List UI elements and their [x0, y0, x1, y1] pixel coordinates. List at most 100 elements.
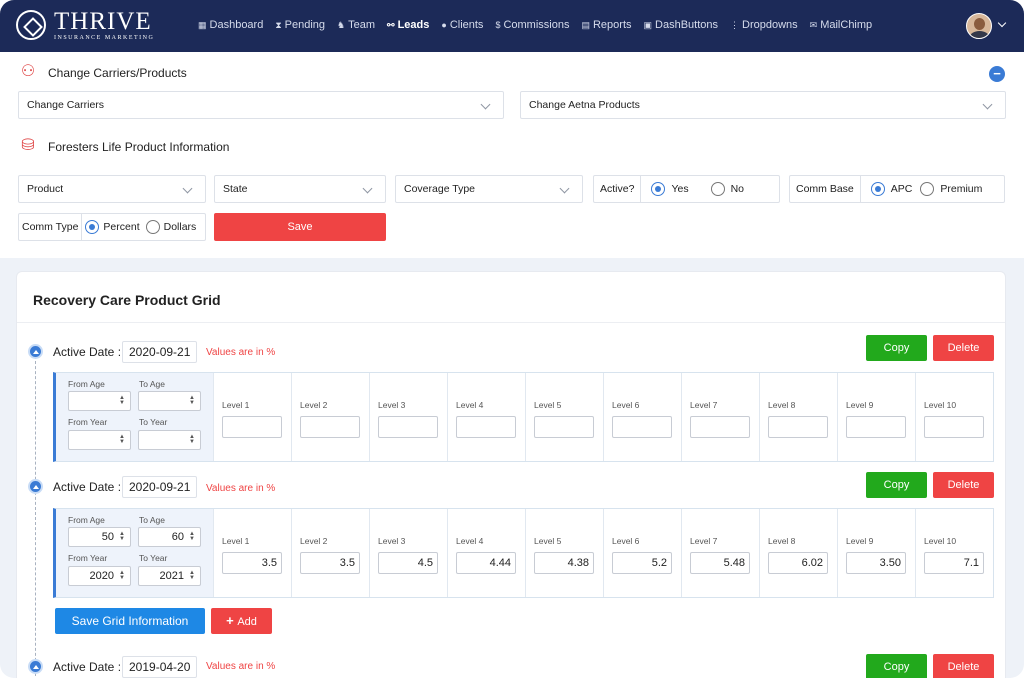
user-icon: ● — [441, 20, 447, 30]
level-input[interactable]: 5.2 — [612, 552, 672, 574]
level-input[interactable] — [690, 416, 750, 438]
nav-item-team[interactable]: ♞ Team — [337, 17, 375, 33]
to-year-label: To Year — [139, 417, 168, 427]
nav-item-leads[interactable]: ⚯ Leads — [387, 17, 429, 33]
select-value: Change Carriers — [27, 99, 105, 111]
level-input[interactable] — [300, 416, 360, 438]
level-label: Level 6 — [612, 400, 640, 410]
spinner-arrows-icon: ▲ ▼ — [119, 570, 125, 581]
product-grid-card: Recovery Care Product Grid Active Date :… — [16, 271, 1006, 678]
chevron-down-icon[interactable] — [997, 18, 1007, 28]
change-carriers-select[interactable]: Change Carriers — [18, 91, 504, 119]
from-age-label: From Age — [68, 515, 105, 525]
save-button[interactable]: Save — [214, 213, 386, 241]
nav-menu: ▦ Dashboard ⧗ Pending ♞ Team ⚯ Leads ● Client… — [198, 17, 872, 33]
state-select[interactable]: State — [214, 175, 386, 203]
to-age-input[interactable]: 60 ▲ ▼ — [138, 527, 201, 547]
level-input[interactable] — [534, 416, 594, 438]
level-input[interactable]: 4.5 — [378, 552, 438, 574]
level-cell: Level 9 3.50 — [837, 509, 915, 597]
active-date-input[interactable]: 2019-04-20 — [122, 656, 198, 678]
active-no-radio[interactable]: No — [710, 182, 745, 196]
nav-item-commissions[interactable]: $ Commissions — [495, 17, 569, 33]
level-label: Level 3 — [378, 400, 406, 410]
timeline-line — [35, 351, 36, 678]
level-cell: Level 4 4.44 — [447, 509, 525, 597]
delete-button[interactable]: Delete — [933, 472, 994, 498]
spinner-value: 50 — [101, 531, 114, 543]
user-avatar[interactable] — [966, 13, 992, 39]
level-input[interactable]: 7.1 — [924, 552, 984, 574]
active-date-input[interactable]: 2020-09-21 — [122, 476, 198, 498]
level-input[interactable]: 6.02 — [768, 552, 828, 574]
nav-item-label: Reports — [592, 19, 632, 31]
collapse-minus-icon[interactable]: − — [989, 66, 1005, 82]
brand-logo[interactable]: THRIVE INSURANCE MARKETING — [14, 8, 164, 42]
nav-item-dashboard[interactable]: ▦ Dashboard — [198, 17, 263, 33]
comm-type-dollars-radio[interactable]: Dollars — [145, 220, 196, 234]
copy-button[interactable]: Copy — [866, 335, 927, 361]
to-year-label: To Year — [139, 553, 168, 563]
collapse-up-icon[interactable] — [28, 479, 43, 494]
change-products-select[interactable]: Change Aetna Products — [520, 91, 1006, 119]
from-year-input[interactable]: ▲ ▼ — [68, 430, 131, 450]
radio-label: No — [730, 183, 745, 195]
grid-entry-row: From Age To Age ▲ ▼ ▲ ▼ From Year To Year … — [53, 372, 994, 462]
from-year-input[interactable]: 2020 ▲ ▼ — [68, 566, 131, 586]
level-input[interactable] — [612, 416, 672, 438]
comm-base-premium-radio[interactable]: Premium — [920, 182, 982, 196]
from-age-input[interactable]: 50 ▲ ▼ — [68, 527, 131, 547]
from-year-label: From Year — [68, 553, 108, 563]
active-date-input[interactable]: 2020-09-21 — [122, 341, 198, 363]
collapse-up-icon[interactable] — [28, 344, 43, 359]
level-input[interactable] — [846, 416, 906, 438]
save-grid-button[interactable]: Save Grid Information — [55, 608, 205, 634]
nav-item-dropdowns[interactable]: ⋮ Dropdowns — [730, 17, 798, 33]
level-input[interactable] — [924, 416, 984, 438]
delete-button[interactable]: Delete — [933, 335, 994, 361]
active-yes-radio[interactable]: Yes — [651, 182, 689, 196]
level-columns: Level 1 Level 2 Level 3 Level 4 Level 5 … — [213, 373, 993, 461]
nav-item-pending[interactable]: ⧗ Pending — [275, 17, 325, 33]
add-label: Add — [237, 616, 257, 628]
comm-base-apc-radio[interactable]: APC — [870, 182, 912, 196]
active-date-label: Active Date : — [53, 480, 122, 494]
nav-item-reports[interactable]: ▤ Reports — [581, 17, 631, 33]
link-icon: ⚯ — [387, 19, 395, 30]
nav-item-dashbuttons[interactable]: ▣ DashButtons — [644, 17, 719, 33]
comm-type-percent-radio[interactable]: Percent — [85, 220, 140, 234]
level-input[interactable] — [768, 416, 828, 438]
copy-button[interactable]: Copy — [866, 472, 927, 498]
mail-icon: ✉ — [809, 19, 818, 30]
level-input[interactable] — [456, 416, 516, 438]
delete-button[interactable]: Delete — [933, 654, 994, 678]
level-label: Level 1 — [222, 400, 250, 410]
radio-label: Premium — [940, 183, 983, 195]
to-year-input[interactable]: ▲ ▼ — [138, 430, 201, 450]
level-input[interactable]: 3.50 — [846, 552, 906, 574]
level-input[interactable]: 4.38 — [534, 552, 594, 574]
nav-item-mailchimp[interactable]: ✉ MailChimp — [810, 17, 873, 33]
spinner-value: 2021 — [159, 570, 184, 582]
level-input[interactable]: 4.44 — [456, 552, 516, 574]
product-select[interactable]: Product — [18, 175, 206, 203]
level-cell: Level 2 3.5 — [291, 509, 369, 597]
coverage-type-select[interactable]: Coverage Type — [395, 175, 583, 203]
add-button[interactable]: + Add — [211, 608, 272, 634]
copy-button[interactable]: Copy — [866, 654, 927, 678]
level-cell: Level 1 — [213, 373, 291, 461]
level-input[interactable] — [378, 416, 438, 438]
level-cell: Level 7 5.48 — [681, 509, 759, 597]
level-input[interactable] — [222, 416, 282, 438]
level-cell: Level 8 — [759, 373, 837, 461]
from-age-input[interactable]: ▲ ▼ — [68, 391, 131, 411]
to-age-input[interactable]: ▲ ▼ — [138, 391, 201, 411]
level-input[interactable]: 5.48 — [690, 552, 750, 574]
level-input[interactable]: 3.5 — [222, 552, 282, 574]
level-cell: Level 4 — [447, 373, 525, 461]
nav-item-clients[interactable]: ● Clients — [441, 17, 483, 33]
to-year-input[interactable]: 2021 ▲ ▼ — [138, 566, 201, 586]
collapse-up-icon[interactable] — [28, 659, 43, 674]
nav-item-label: MailChimp — [820, 19, 873, 31]
level-input[interactable]: 3.5 — [300, 552, 360, 574]
